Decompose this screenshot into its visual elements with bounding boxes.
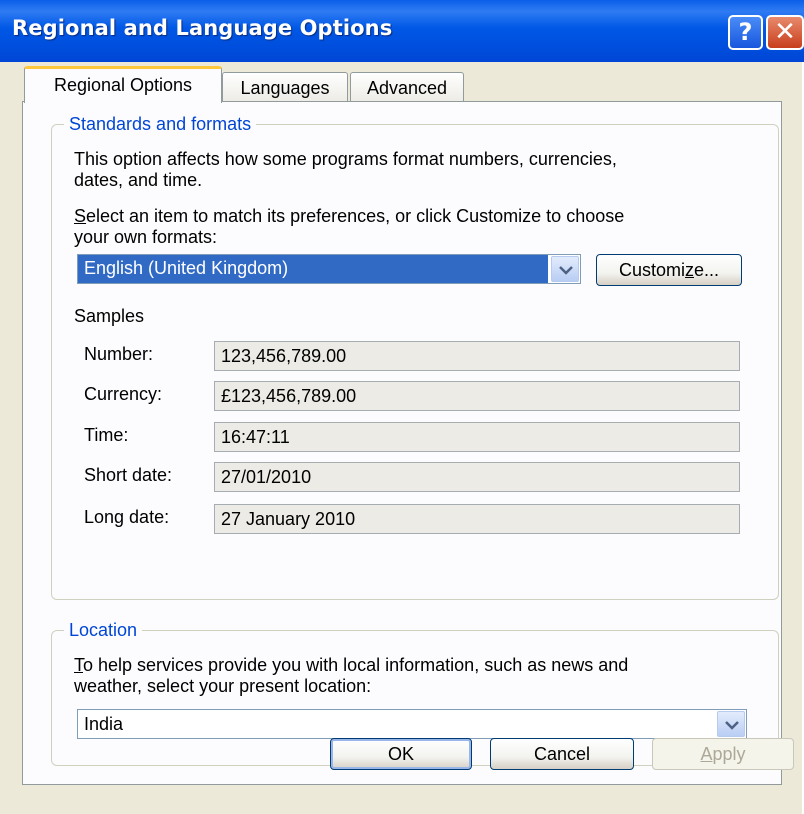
help-icon: ?: [738, 18, 753, 46]
tab-regional-options[interactable]: Regional Options: [24, 66, 222, 103]
standards-description-line2: dates, and time.: [74, 170, 203, 190]
select-item-instruction-line1: Select an item to match its preferences,…: [74, 205, 624, 227]
location-dropdown-arrow[interactable]: [717, 711, 745, 737]
dialog-client-area: Regional Options Languages Advanced Stan…: [0, 62, 802, 814]
samples-label: Samples: [74, 306, 145, 326]
customize-button[interactable]: Customize...: [596, 254, 742, 286]
close-button[interactable]: ✕: [766, 15, 804, 50]
format-dropdown-arrow[interactable]: [551, 256, 579, 282]
format-dropdown-value: English (United Kingdom): [78, 255, 548, 283]
format-dropdown[interactable]: English (United Kingdom): [77, 254, 581, 284]
tab-languages[interactable]: Languages: [222, 72, 348, 102]
number-sample-field: 123,456,789.00: [214, 341, 740, 371]
location-description-rest: o help services provide you with local i…: [83, 655, 629, 675]
short-date-label: Short date:: [84, 465, 173, 485]
apply-mnemonic: A: [700, 744, 713, 764]
standards-group-title: Standards and formats: [64, 112, 257, 136]
ok-button[interactable]: OK: [330, 738, 472, 770]
standards-formats-group: Standards and formats This option affect…: [51, 112, 779, 600]
chevron-down-icon: [725, 721, 739, 730]
help-button[interactable]: ?: [728, 15, 763, 50]
title-bar[interactable]: Regional and Language Options ? ✕: [0, 0, 804, 62]
location-description-line2: weather, select your present location:: [74, 676, 372, 696]
customize-mnemonic: z: [685, 260, 694, 280]
window-title: Regional and Language Options: [12, 16, 393, 40]
close-icon: ✕: [774, 17, 796, 47]
time-sample-field: 16:47:11: [214, 422, 740, 452]
cancel-button[interactable]: Cancel: [490, 738, 634, 770]
chevron-down-icon: [559, 266, 573, 275]
location-mnemonic: T: [74, 655, 83, 675]
location-group-title: Location: [64, 618, 143, 642]
regional-options-panel: Standards and formats This option affect…: [22, 101, 782, 785]
long-date-label: Long date:: [84, 507, 170, 527]
customize-label-b: e...: [694, 260, 720, 280]
currency-sample-field: £123,456,789.00: [214, 381, 740, 411]
apply-button[interactable]: Apply: [652, 738, 794, 770]
location-dropdown-value: India: [84, 714, 124, 734]
location-dropdown[interactable]: India: [77, 709, 747, 739]
tab-advanced[interactable]: Advanced: [350, 72, 464, 102]
standards-description-line1: This option affects how some programs fo…: [74, 149, 617, 169]
dialog-window: Regional and Language Options ? ✕ Region…: [0, 0, 804, 814]
select-mnemonic: S: [74, 206, 87, 226]
long-date-sample-field: 27 January 2010: [214, 504, 740, 534]
customize-label-a: Customi: [618, 260, 685, 280]
location-description-line1: To help services provide you with local …: [74, 654, 628, 676]
apply-label-rest: pply: [712, 744, 746, 764]
number-label: Number:: [84, 344, 154, 364]
select-instruction-rest: elect an item to match its preferences, …: [86, 206, 625, 226]
time-label: Time:: [84, 425, 129, 445]
select-item-instruction-line2: your own formats:: [74, 227, 218, 247]
currency-label: Currency:: [84, 384, 163, 404]
short-date-sample-field: 27/01/2010: [214, 462, 740, 492]
